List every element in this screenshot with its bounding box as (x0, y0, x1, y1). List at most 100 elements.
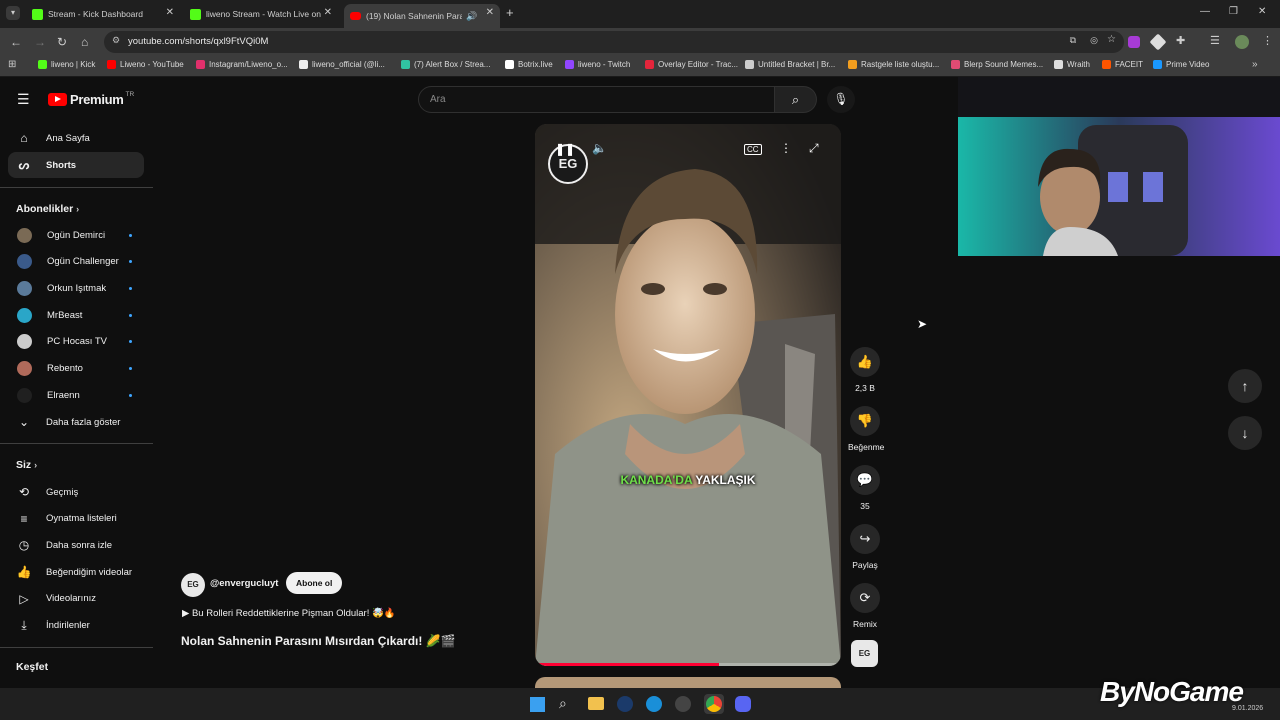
subscriptions-heading[interactable]: Abonelikler › (16, 203, 79, 215)
close-tab-icon[interactable]: ✕ (166, 7, 174, 18)
forward-icon[interactable]: → (34, 35, 46, 49)
subscribe-button[interactable]: Abone ol (286, 572, 343, 594)
progress-track[interactable] (535, 663, 841, 666)
pause-icon[interactable]: ❚❚ (555, 142, 575, 156)
windows-start-icon[interactable] (530, 697, 545, 712)
sidebar-item-you[interactable]: ≡ Oynatma listeleri (8, 506, 144, 532)
bookmark-item[interactable]: Untitled Bracket | Br... (745, 60, 835, 69)
playlist-link[interactable]: ▶ Bu Rolleri Reddettiklerine Pişman Oldu… (182, 608, 396, 619)
bookmark-item[interactable]: Blerp Sound Memes... (951, 60, 1043, 69)
captions-icon[interactable]: CC (744, 144, 762, 155)
channel-avatar[interactable]: EG (181, 573, 205, 597)
sidebar-item-subscription[interactable]: Rebento (8, 356, 144, 382)
you-heading[interactable]: Siz › (16, 459, 37, 471)
tab-kick-dashboard[interactable]: Stream - Kick Dashboard ✕ (28, 4, 180, 24)
sidebar-item-you[interactable]: ▷ Videolarınız (8, 586, 144, 612)
next-short-button[interactable]: ↓ (1228, 416, 1262, 450)
like-action[interactable]: 👍 2,3 B (848, 347, 882, 393)
remix-action[interactable]: ⟳ Remix (848, 583, 882, 629)
share-icon[interactable]: ↪ (850, 524, 880, 554)
chrome-taskbar-item[interactable] (704, 694, 724, 714)
back-icon[interactable]: ← (10, 35, 22, 49)
sidebar-item-subscription[interactable]: MrBeast (8, 302, 144, 328)
search-icon[interactable]: ⌕ (559, 695, 567, 712)
next-short-preview[interactable] (535, 677, 841, 688)
show-more-button[interactable]: ⌄ Daha fazla göster (8, 409, 144, 435)
site-info-icon[interactable]: ⚙ (112, 35, 120, 46)
sidebar-item-subscription[interactable]: Elraenn (8, 382, 144, 408)
bookmark-item[interactable]: Wraith (1054, 60, 1090, 69)
comments-action[interactable]: 💬 35 (848, 465, 882, 511)
reload-icon[interactable]: ↻ (57, 35, 67, 49)
close-tab-icon[interactable]: ✕ (324, 7, 332, 18)
url-field[interactable]: ⚙ youtube.com/shorts/qxl9FtVQi0M ⧉ ◎ ☆ (104, 31, 1124, 53)
bookmark-item[interactable]: Botrix.live (505, 60, 553, 69)
guide-menu-icon[interactable]: ☰ (17, 91, 30, 108)
speaker-icon[interactable]: 🔊 (466, 11, 477, 22)
extension-icon[interactable] (1128, 36, 1140, 48)
tab-liweno-stream[interactable]: liweno Stream - Watch Live on ✕ (186, 4, 338, 24)
fullscreen-icon[interactable]: ⤢ (809, 141, 819, 156)
more-bookmarks-icon[interactable]: » (1252, 59, 1258, 70)
bookmark-item[interactable]: (7) Alert Box / Strea... (401, 60, 490, 69)
tab-youtube-short[interactable]: (19) Nolan Sahnenin Parası 🔊 ✕ (344, 4, 500, 28)
sidebar-item-subscription[interactable]: PC Hocası TV (8, 329, 144, 355)
sidebar-item-you[interactable]: ⟲ Geçmiş (8, 479, 144, 505)
steam-icon[interactable] (617, 696, 633, 712)
volume-icon[interactable]: 🔈 (592, 141, 607, 155)
browser-menu-icon[interactable]: ⋮ (1262, 34, 1273, 47)
restore-icon[interactable]: ❐ (1229, 6, 1238, 17)
share-action[interactable]: ↪ Paylaş (848, 524, 882, 570)
sidebar-item-subscription[interactable]: Ogün Demirci (8, 222, 144, 248)
bookmark-item[interactable]: Overlay Editor - Trac... (645, 60, 738, 69)
apps-grid-icon[interactable]: ⊞ (8, 59, 16, 70)
tab-list-button[interactable]: ▾ (6, 6, 20, 20)
sidebar-item-home[interactable]: ⌂ Ana Sayfa (8, 125, 144, 151)
bookmark-star-icon[interactable]: ☆ (1107, 34, 1116, 45)
bookmark-item[interactable]: Rastgele liste oluştu... (848, 60, 939, 69)
sidebar-item-shorts[interactable]: ᔕ Shorts (8, 152, 144, 178)
home-icon[interactable]: ⌂ (81, 35, 88, 49)
like-icon[interactable]: 👍 (850, 347, 880, 377)
bookmark-item[interactable]: Instagram/Liweno_o... (196, 60, 288, 69)
more-options-icon[interactable]: ⋮ (780, 141, 792, 155)
reading-list-icon[interactable]: ☰ (1210, 34, 1220, 47)
profile-avatar[interactable] (1235, 35, 1249, 49)
voice-search-button[interactable]: 🎙 (827, 86, 855, 113)
close-tab-icon[interactable]: ✕ (486, 7, 494, 18)
edge-icon[interactable] (646, 696, 662, 712)
remix-icon[interactable]: ⟳ (850, 583, 880, 613)
previous-short-button[interactable]: ↑ (1228, 369, 1262, 403)
obs-icon[interactable] (675, 696, 691, 712)
dislike-icon[interactable]: 👎 (850, 406, 880, 436)
minimize-icon[interactable]: — (1200, 6, 1210, 17)
eye-off-icon[interactable]: ◎ (1090, 35, 1098, 46)
sidebar-item-subscription[interactable]: Ogün Challenger (8, 249, 144, 275)
youtube-premium-logo[interactable]: Premium TR (48, 91, 134, 107)
sidebar-item-you[interactable]: 👍 Beğendiğim videolar (8, 559, 144, 585)
dislike-action[interactable]: 👎 Beğenme (848, 406, 884, 452)
file-explorer-icon[interactable] (588, 697, 604, 710)
bookmark-item[interactable]: liweno - Twitch (565, 60, 630, 69)
comment-icon[interactable]: 💬 (850, 465, 880, 495)
sidebar-item-you[interactable]: ◷ Daha sonra izle (8, 532, 144, 558)
close-window-icon[interactable]: ✕ (1258, 6, 1266, 17)
audio-channel-thumbnail[interactable]: EG (851, 640, 878, 667)
short-video-player[interactable]: EG ❚❚ 🔈 CC ⋮ ⤢ KANADA'DA YAKLAŞIK (535, 124, 841, 666)
search-button[interactable]: ⌕ (775, 86, 817, 113)
search-input[interactable]: Ara (418, 86, 775, 113)
extension-icon[interactable] (1149, 33, 1167, 51)
bookmark-favicon-icon (951, 60, 960, 69)
sidebar-item-subscription[interactable]: Orkun Işıtmak (8, 275, 144, 301)
install-icon[interactable]: ⧉ (1070, 35, 1076, 46)
discord-icon[interactable] (735, 696, 751, 712)
bookmark-item[interactable]: FACEIT (1102, 60, 1143, 69)
channel-handle[interactable]: @envergucluyt (210, 578, 278, 589)
sidebar-item-you[interactable]: ⤓ İndirilenler (8, 613, 144, 639)
extensions-puzzle-icon[interactable]: ✚ (1176, 34, 1185, 47)
bookmark-item[interactable]: Prime Video (1153, 60, 1209, 69)
bookmark-item[interactable]: liweno | Kick (38, 60, 95, 69)
bookmark-item[interactable]: liweno_official (@li... (299, 60, 385, 69)
bookmark-item[interactable]: Liweno - YouTube (107, 60, 184, 69)
new-tab-button[interactable]: + (506, 5, 514, 20)
